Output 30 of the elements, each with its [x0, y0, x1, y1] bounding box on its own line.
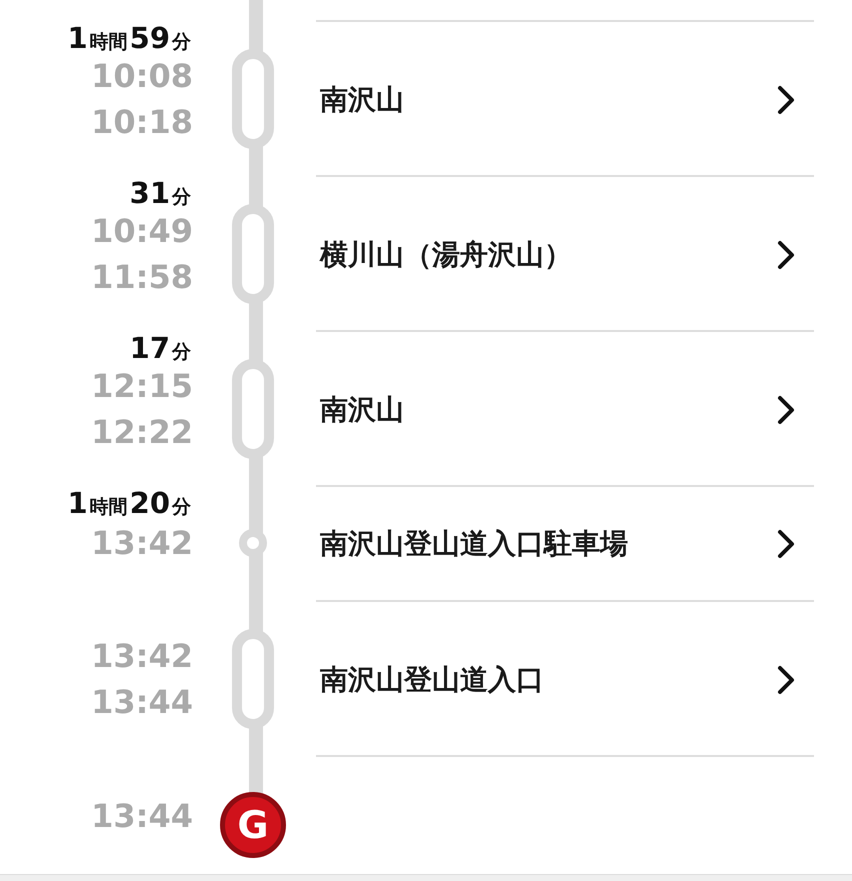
chevron-right-icon	[776, 84, 796, 116]
time-label: 13:42	[91, 522, 193, 562]
stop-item[interactable]: 南沢山	[316, 332, 814, 488]
stop-name: 南沢山登山道入口駐車場	[320, 526, 628, 562]
time-label: 13:42	[91, 636, 193, 676]
stop-name: 南沢山	[320, 82, 404, 118]
chevron-right-icon	[776, 664, 796, 696]
stop-item[interactable]: 南沢山	[316, 22, 814, 178]
time-label: 12:15	[91, 366, 193, 406]
goal-marker: G	[220, 792, 286, 858]
stop-name: 南沢山	[320, 392, 404, 428]
stop-item[interactable]: 南沢山登山道入口	[316, 602, 814, 758]
time-label: 11:58	[91, 257, 193, 297]
duration-label: 1 時間 20分	[67, 486, 192, 520]
duration-label: 17分	[130, 331, 192, 365]
time-label: 12:22	[91, 412, 193, 452]
time-label: 10:18	[91, 102, 193, 142]
stop-name: 横川山（湯舟沢山）	[320, 237, 572, 273]
stop-item[interactable]: 横川山（湯舟沢山）	[316, 177, 814, 333]
stop-name: 南沢山登山道入口	[320, 662, 544, 698]
time-label: 13:44	[91, 796, 193, 836]
time-label: 10:08	[91, 56, 193, 96]
time-label: 13:44	[91, 682, 193, 722]
chevron-right-icon	[776, 239, 796, 271]
chevron-right-icon	[776, 394, 796, 426]
time-label: 10:49	[91, 211, 193, 251]
stop-item[interactable]: 南沢山登山道入口駐車場	[316, 487, 814, 600]
duration-label: 1 時間 59分	[67, 21, 192, 55]
duration-label: 31分	[130, 176, 192, 210]
chevron-right-icon	[776, 528, 796, 560]
